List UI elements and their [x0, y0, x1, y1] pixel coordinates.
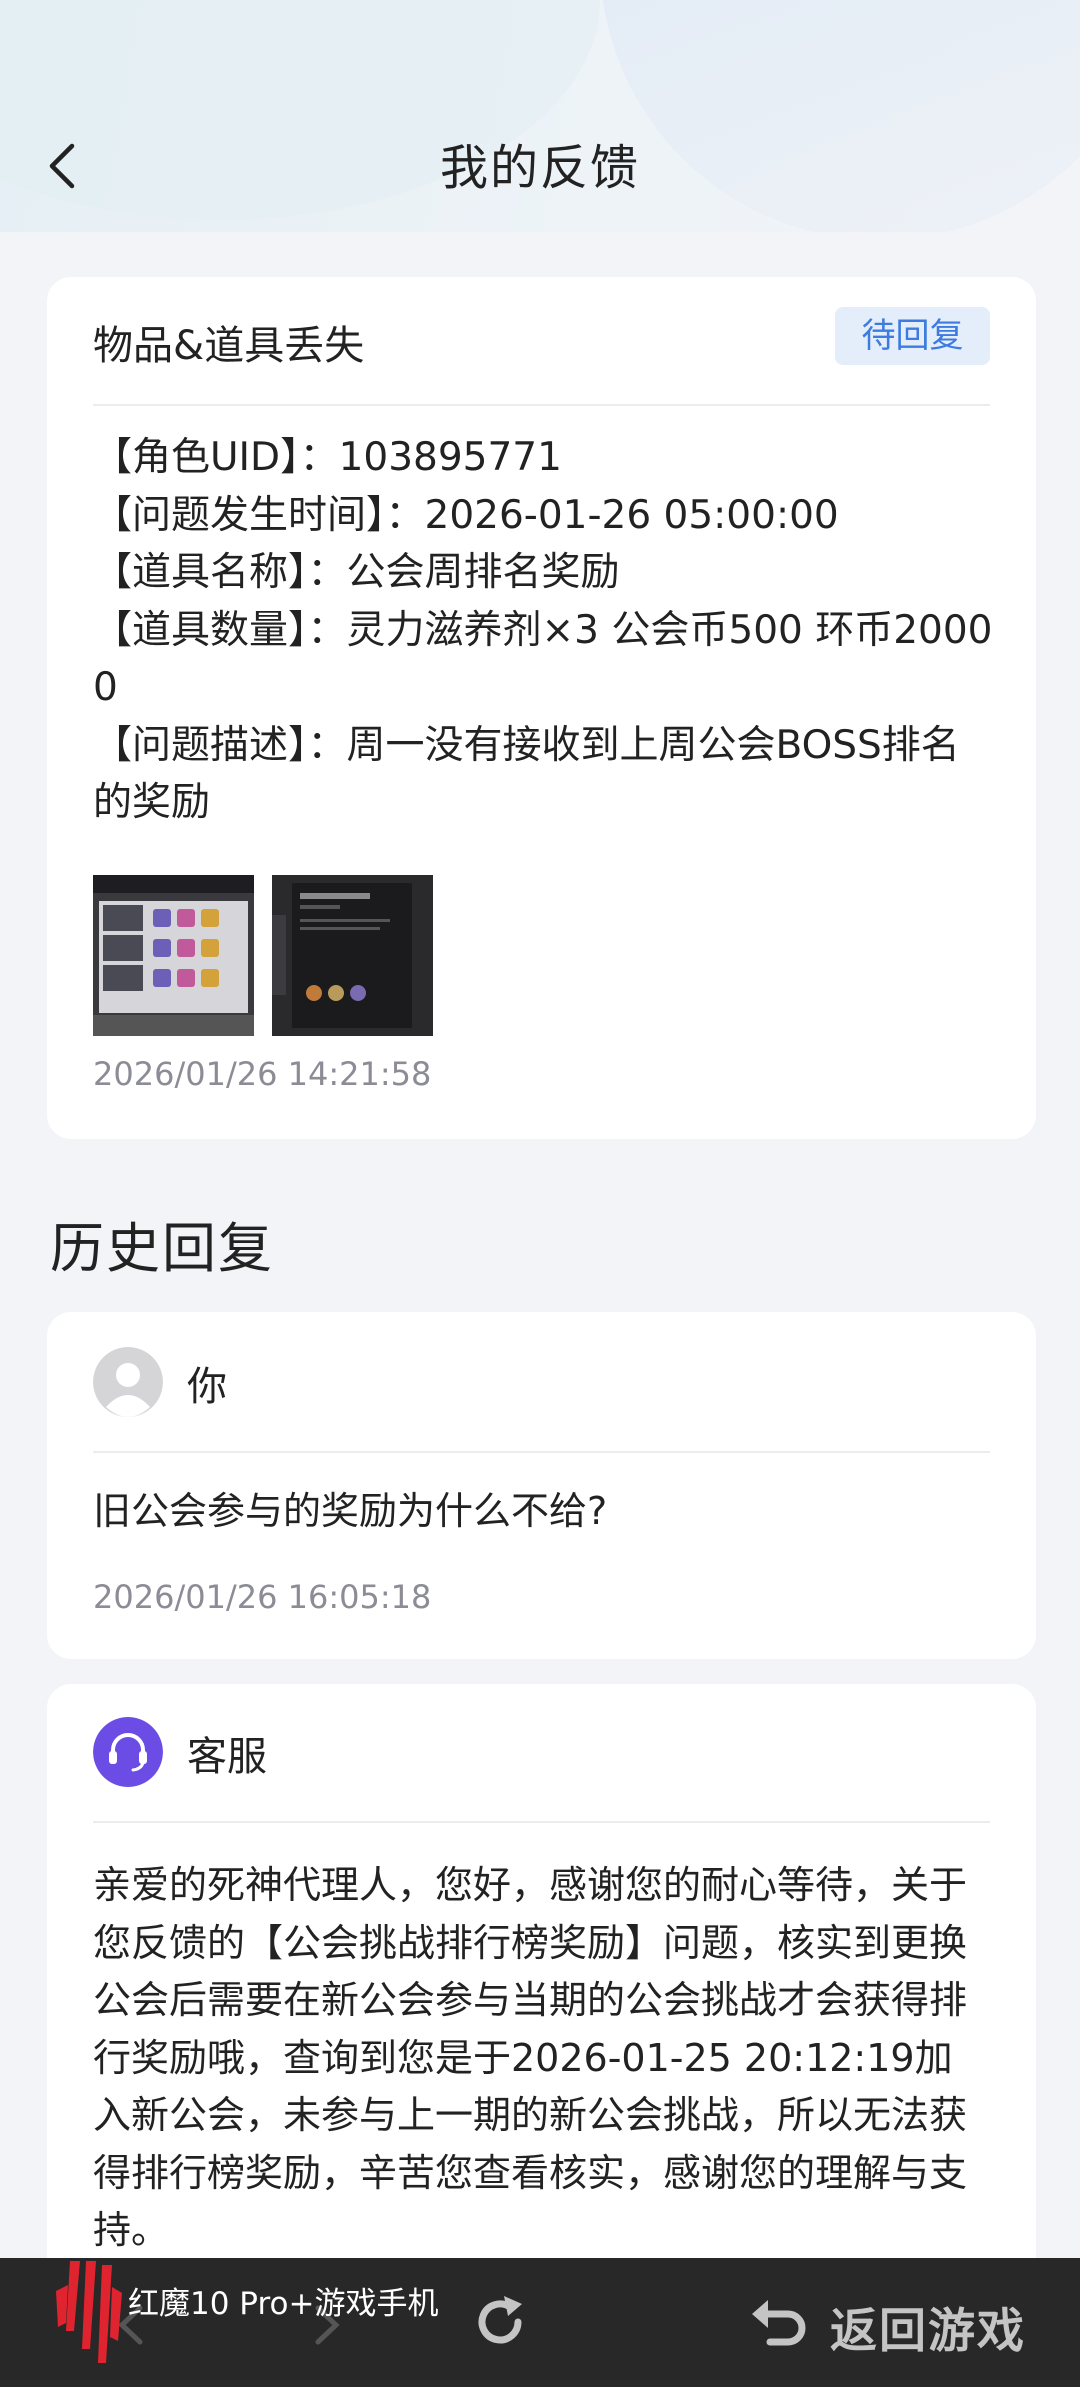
page-title: 我的反馈 [439, 140, 640, 196]
feedback-line-description: 【问题描述】：周一没有接收到上周公会BOSS排名的奖励 [93, 722, 960, 826]
status-badge: 待回复 [835, 307, 990, 365]
screenshot-image [272, 875, 433, 1036]
divider [93, 1821, 990, 1823]
feedback-line-time: 【问题发生时间】：2026-01-26 05:00:00 [93, 492, 839, 538]
feedback-line-item-name: 【道具名称】：公会周排名奖励 [93, 550, 620, 595]
avatar [93, 1717, 163, 1787]
feedback-timestamp: 2026/01/26 14:21:58 [93, 1055, 432, 1093]
undo-arrow-icon [752, 2300, 806, 2346]
feedback-line-uid: 【角色UID】：103895771 [93, 435, 562, 480]
divider [93, 1451, 990, 1453]
reply-card-user: 你 旧公会参与的奖励为什么不给? 2026/01/26 16:05:18 [47, 1312, 1036, 1659]
attachment-thumbnail-2[interactable] [272, 875, 433, 1036]
reply-timestamp: 2026/01/26 16:05:18 [93, 1578, 432, 1616]
reply-author: 你 [187, 1364, 227, 1410]
avatar [93, 1347, 163, 1417]
feedback-details: 【角色UID】：103895771 【问题发生时间】：2026-01-26 05… [93, 429, 993, 832]
return-to-game-label: 返回游戏 [830, 2304, 1026, 2359]
history-section-title: 历史回复 [50, 1217, 274, 1280]
reply-card-support: 客服 亲爱的死神代理人，您好，感谢您的耐心等待，关于您反馈的【公会挑战排行榜奖励… [47, 1684, 1036, 2324]
refresh-button[interactable] [470, 2292, 530, 2352]
feedback-category: 物品&道具丢失 [93, 323, 365, 369]
red-magic-logo [56, 2261, 122, 2363]
user-avatar-icon [93, 1347, 163, 1417]
refresh-icon [478, 2296, 522, 2344]
screenshot-image [93, 875, 254, 1036]
reply-text: 亲爱的死神代理人，您好，感谢您的耐心等待，关于您反馈的【公会挑战排行榜奖励】问题… [93, 1863, 968, 2252]
feedback-card: 物品&道具丢失 待回复 【角色UID】：103895771 【问题发生时间】：2… [47, 277, 1036, 1139]
brand-label: 红魔10 Pro+游戏手机 [128, 2286, 439, 2322]
return-to-game-button[interactable]: 返回游戏 [748, 2290, 1028, 2359]
headset-icon [93, 1717, 163, 1787]
feedback-line-item-quantity: 【道具数量】：灵力滋养剂×3 公会币500 环币20000 [93, 607, 993, 711]
divider [93, 404, 990, 406]
reply-author: 客服 [187, 1734, 267, 1780]
attachment-thumbnail-1[interactable] [93, 875, 254, 1036]
reply-text: 旧公会参与的奖励为什么不给? [93, 1489, 608, 1533]
